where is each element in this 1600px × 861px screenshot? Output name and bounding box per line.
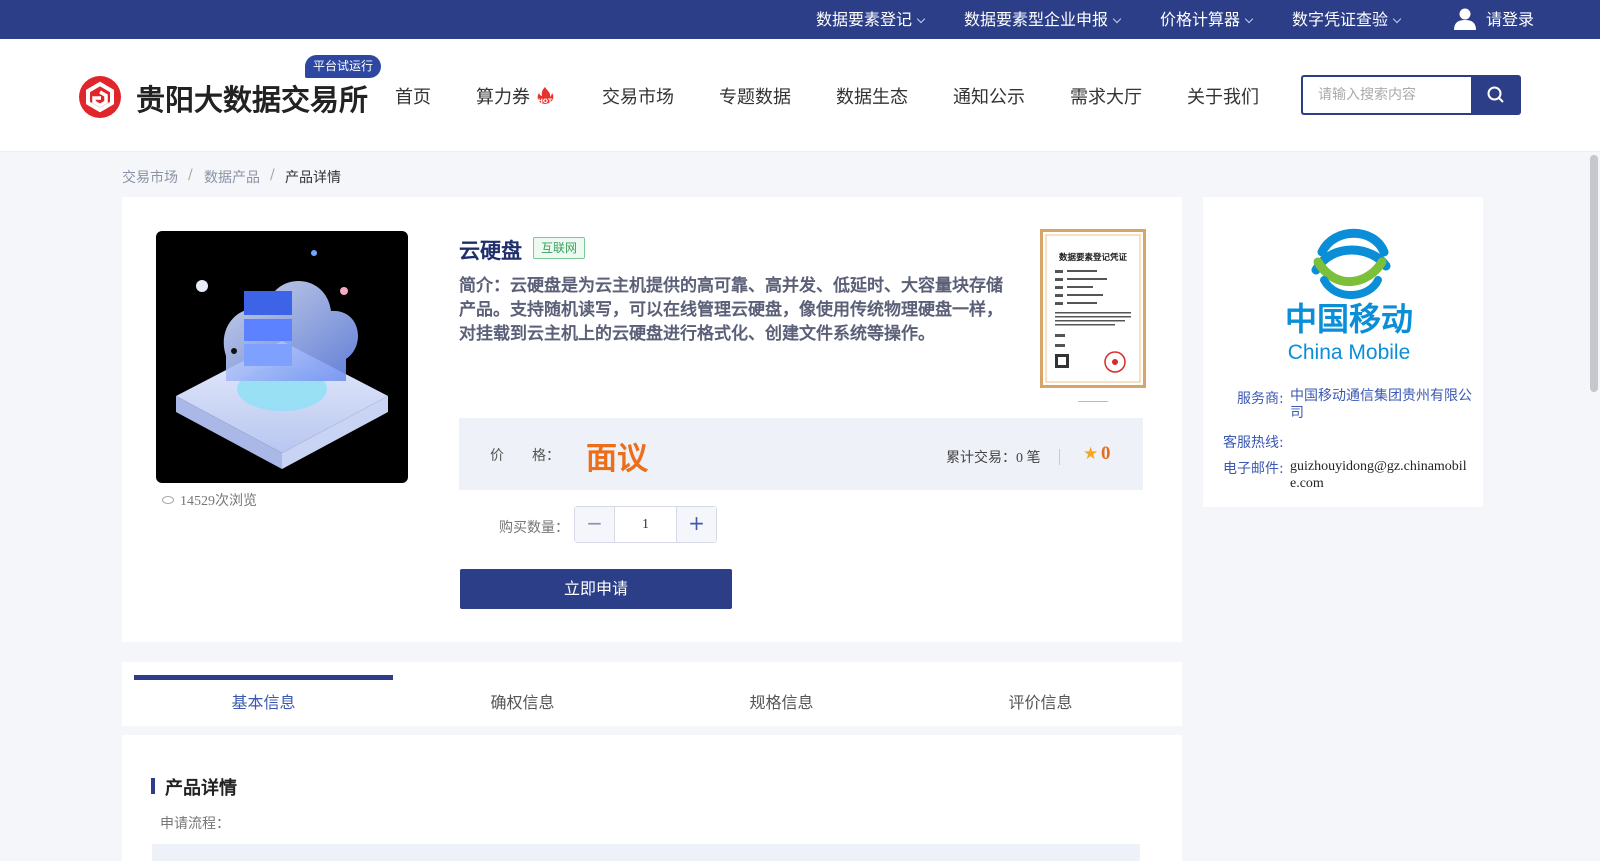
star-icon: ★ [1083, 444, 1099, 464]
tab-review-info[interactable]: 评价信息 [911, 675, 1170, 726]
detail-title: 产品详情 [165, 778, 237, 799]
chevron-down-icon [1392, 14, 1402, 24]
price-value: 面议 [586, 441, 648, 477]
decrement-button[interactable]: − [575, 507, 615, 542]
nav-compute-voucher[interactable]: 算力券 [476, 83, 530, 109]
nav-home[interactable]: 首页 [395, 83, 431, 109]
hot-flame-icon: HOT [537, 87, 554, 105]
category-tag: 互联网 [533, 237, 586, 259]
chevron-down-icon [916, 14, 926, 24]
product-detail-section [122, 735, 1182, 861]
topbar-label: 数据要素登记 [816, 10, 913, 29]
nav-topic-data[interactable]: 专题数据 [719, 83, 791, 109]
topbar-price-calculator[interactable]: 价格计算器 [1160, 0, 1254, 39]
section-marker [151, 778, 155, 794]
chevron-down-icon [1112, 14, 1122, 24]
info-tabs: 基本信息 确权信息 规格信息 评价信息 [122, 662, 1182, 726]
certificate-indicator [1078, 401, 1108, 402]
topbar-label: 数字凭证查验 [1292, 10, 1389, 29]
rating-value: 0 [1101, 443, 1111, 464]
hot-badge-text: HOT [538, 98, 553, 105]
search-input[interactable]: 请输入搜索内容 [1301, 75, 1473, 115]
eye-icon [162, 496, 174, 504]
apply-button[interactable]: 立即申请 [460, 569, 732, 609]
tab-spec-info[interactable]: 规格信息 [652, 675, 911, 726]
nav-trading-market[interactable]: 交易市场 [602, 83, 674, 109]
hotline-label: 客服热线: [1223, 435, 1284, 451]
main-header: 贵阳大数据交易所 平台试运行 首页 算力券 HOT 交易市场 专题数据 数据生态… [0, 39, 1600, 152]
breadcrumb-data-products[interactable]: 数据产品 [204, 167, 260, 187]
quantity-stepper: − 1 + [574, 506, 717, 543]
price-label: 价 格： [490, 448, 560, 464]
email-value[interactable]: guizhouyidong@gz.chinamobile.com [1290, 458, 1470, 492]
nav-demand-hall[interactable]: 需求大厅 [1070, 83, 1142, 109]
login-link[interactable]: 请登录 [1486, 0, 1534, 39]
search-button[interactable] [1471, 75, 1521, 115]
chevron-down-icon [1244, 14, 1254, 24]
certificate-title: 数据要素登记凭证 [1059, 252, 1128, 263]
quantity-input[interactable]: 1 [615, 507, 676, 542]
certificate-image: 数据要素登记凭证 [1045, 234, 1141, 383]
topbar-certificate-check[interactable]: 数字凭证查验 [1292, 0, 1402, 39]
registration-certificate-thumbnail[interactable]: 数据要素登记凭证 [1040, 229, 1146, 388]
view-count-text: 14529次浏览 [180, 494, 257, 509]
logo-text-cn: 中国移动 [1285, 300, 1413, 338]
breadcrumb-trading-market[interactable]: 交易市场 [122, 167, 178, 187]
tab-basic-info[interactable]: 基本信息 [134, 675, 393, 726]
service-provider-value[interactable]: 中国移动通信集团贵州有限公司 [1290, 388, 1475, 422]
breadcrumb-separator: / [270, 167, 275, 183]
topbar-data-registration[interactable]: 数据要素登记 [816, 0, 926, 39]
breadcrumb-separator: / [188, 167, 193, 183]
transaction-count: 累计交易：0 笔 [946, 451, 1041, 466]
brand-name[interactable]: 贵阳大数据交易所 [136, 77, 368, 119]
application-flow-box [152, 844, 1140, 861]
breadcrumb-current: 产品详情 [285, 170, 341, 186]
email-label: 电子邮件: [1223, 461, 1284, 477]
increment-button[interactable]: + [676, 507, 716, 542]
service-provider-label: 服务商: [1237, 391, 1284, 407]
cloud-storage-illustration [176, 250, 388, 469]
user-icon[interactable] [1453, 8, 1477, 30]
nav-announcements[interactable]: 通知公示 [953, 83, 1025, 109]
quantity-label: 购买数量： [499, 520, 569, 536]
divider [1059, 449, 1060, 465]
application-flow-label: 申请流程： [160, 816, 230, 832]
tab-rights-info[interactable]: 确权信息 [393, 675, 652, 726]
nav-data-ecosystem[interactable]: 数据生态 [836, 83, 908, 109]
view-count: 14529次浏览 [162, 490, 257, 510]
beta-badge: 平台试运行 [305, 55, 382, 78]
exchange-logo-icon[interactable] [79, 76, 121, 118]
top-utility-bar: 数据要素登记 数据要素型企业申报 价格计算器 数字凭证查验 请登录 [0, 0, 1600, 39]
topbar-label: 数据要素型企业申报 [964, 10, 1109, 29]
nav-about-us[interactable]: 关于我们 [1187, 83, 1259, 109]
search-icon [1487, 86, 1504, 103]
china-mobile-logo: 中国移动 China Mobile [1285, 228, 1413, 364]
logo-text-en: China Mobile [1288, 341, 1411, 364]
product-title: 云硬盘 [459, 239, 522, 263]
product-intro: 简介：云硬盘是为云主机提供的高可靠、高并发、低延时、大容量块存储产品。支持随机读… [459, 276, 1003, 344]
topbar-enterprise-declaration[interactable]: 数据要素型企业申报 [964, 0, 1122, 39]
topbar-label: 价格计算器 [1160, 10, 1241, 29]
product-image [156, 231, 408, 483]
page-scrollbar[interactable] [1590, 155, 1598, 392]
